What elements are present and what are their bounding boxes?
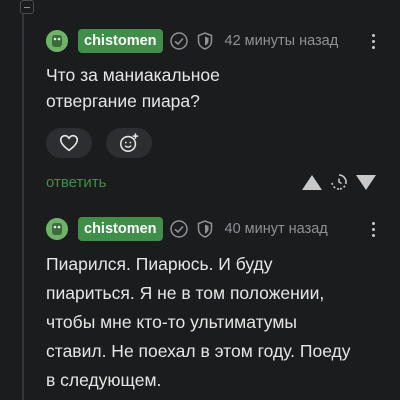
comment-text-line: ставил. Не поехал в этом году. Поеду bbox=[46, 341, 351, 361]
reply-button[interactable]: ответить bbox=[46, 174, 106, 191]
comment-time: 42 минуты назад bbox=[224, 33, 339, 49]
heart-icon bbox=[59, 134, 79, 152]
avatar-icon[interactable] bbox=[46, 218, 68, 240]
reactions bbox=[46, 128, 380, 158]
thread-line[interactable] bbox=[22, 214, 24, 400]
comment: chistomen 40 минут назад Пиарился. Пиарю… bbox=[46, 212, 380, 395]
comment-text-line: чтобы мне кто-то ультиматумы bbox=[46, 312, 297, 332]
comment-text-line: в следующем. bbox=[46, 370, 162, 390]
comment-text-line: Что за маниакальное bbox=[46, 65, 220, 85]
comment-time: 40 минут назад bbox=[224, 221, 328, 237]
comment-text-line: отвергание пиара? bbox=[46, 91, 200, 111]
rating-pending-icon bbox=[330, 173, 348, 191]
add-emoji-button[interactable] bbox=[106, 128, 152, 158]
comment-footer: ответить bbox=[46, 168, 380, 196]
comment-text-line: пиариться. Я не в том положении, bbox=[46, 283, 325, 303]
verified-check-icon bbox=[169, 219, 189, 239]
thread-line[interactable] bbox=[22, 14, 24, 214]
shield-badge-icon bbox=[195, 219, 215, 239]
more-vertical-icon[interactable] bbox=[366, 221, 380, 237]
username-badge[interactable]: chistomen bbox=[78, 29, 163, 53]
username-badge[interactable]: chistomen bbox=[78, 217, 163, 241]
comment-text: Пиарился. Пиарюсь. И буду пиариться. Я н… bbox=[46, 250, 380, 395]
comment: chistomen 42 минуты назад Что за маниака… bbox=[46, 24, 380, 196]
vote-down-icon[interactable] bbox=[356, 174, 376, 190]
comment-header: chistomen 42 минуты назад bbox=[46, 24, 380, 58]
add-emoji-icon bbox=[119, 133, 139, 153]
more-vertical-icon[interactable] bbox=[366, 33, 380, 49]
comment-text: Что за маниакальное отвергание пиара? bbox=[46, 62, 380, 114]
comment-header: chistomen 40 минут назад bbox=[46, 212, 380, 246]
comment-text-line: Пиарился. Пиарюсь. И буду bbox=[46, 254, 273, 274]
collapse-thread-button[interactable] bbox=[20, 0, 34, 14]
avatar-icon[interactable] bbox=[46, 30, 68, 52]
vote-up-icon[interactable] bbox=[302, 174, 322, 190]
verified-check-icon bbox=[169, 31, 189, 51]
vote-controls bbox=[302, 173, 376, 191]
like-button[interactable] bbox=[46, 128, 92, 158]
shield-badge-icon bbox=[195, 31, 215, 51]
